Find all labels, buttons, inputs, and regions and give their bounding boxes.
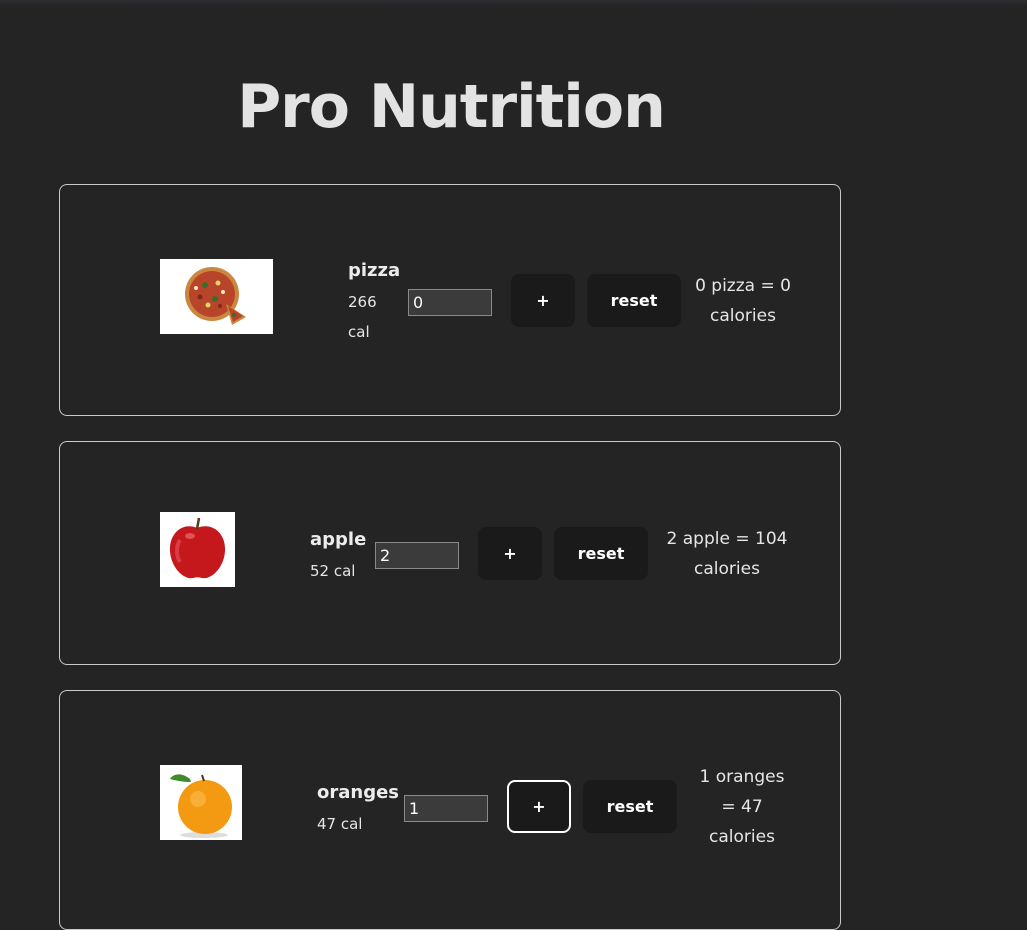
food-card-oranges: oranges 47 cal + reset 1 oranges = 47 ca…	[59, 690, 841, 930]
result-line: calories	[710, 306, 776, 326]
result-line: = 47	[721, 797, 763, 817]
food-name: pizza	[348, 260, 401, 281]
top-bar	[0, 0, 1027, 6]
quantity-input[interactable]	[375, 542, 459, 569]
food-calories: 47 cal	[317, 815, 363, 833]
page-title: Pro Nutrition	[237, 72, 666, 142]
calorie-number: 266	[348, 293, 377, 311]
food-card-pizza: pizza 266 cal + reset 0 pizza = 0 calori…	[59, 184, 841, 416]
add-button[interactable]: +	[507, 780, 571, 833]
result-line: calories	[694, 559, 760, 579]
result-line: 1 oranges	[699, 767, 785, 787]
result-line: 2 apple = 104	[666, 529, 788, 549]
calorie-unit: cal	[348, 323, 370, 341]
orange-image	[160, 765, 242, 840]
pizza-image	[160, 259, 273, 334]
quantity-input[interactable]	[404, 795, 488, 822]
add-button[interactable]: +	[511, 274, 575, 327]
food-card-apple: apple 52 cal + reset 2 apple = 104 calor…	[59, 441, 841, 665]
add-button[interactable]: +	[478, 527, 542, 580]
apple-image	[160, 512, 235, 587]
reset-button[interactable]: reset	[587, 274, 681, 327]
reset-button[interactable]: reset	[554, 527, 648, 580]
result-line: 0 pizza = 0	[695, 276, 791, 296]
calorie-result: 2 apple = 104 calories	[660, 524, 794, 584]
reset-button[interactable]: reset	[583, 780, 677, 833]
quantity-input[interactable]	[408, 289, 492, 316]
food-name: apple	[310, 529, 367, 550]
result-line: calories	[709, 827, 775, 847]
food-name: oranges	[317, 782, 400, 803]
food-calories: 52 cal	[310, 562, 356, 580]
calorie-result: 1 oranges = 47 calories	[690, 762, 794, 852]
food-calories: 266 cal	[348, 287, 377, 347]
calorie-result: 0 pizza = 0 calories	[690, 271, 796, 331]
